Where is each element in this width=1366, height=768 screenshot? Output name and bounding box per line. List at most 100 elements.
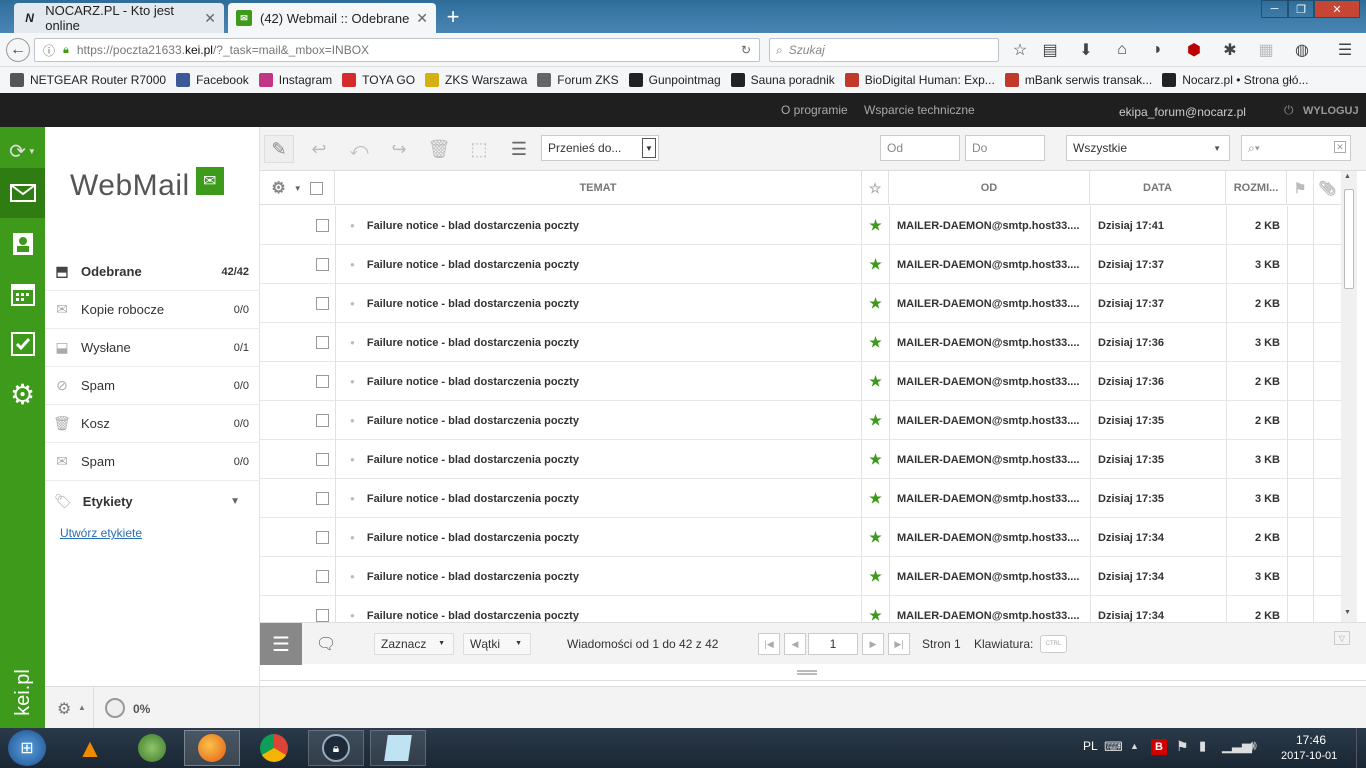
tray-expand-icon[interactable]: ▲: [1130, 741, 1139, 751]
row-checkbox[interactable]: [316, 492, 329, 505]
scroll-down-icon[interactable]: ▼: [1344, 609, 1351, 616]
star-icon[interactable]: ★: [869, 295, 882, 312]
star-icon[interactable]: ★: [869, 490, 882, 507]
settings-gear-icon[interactable]: ⚙: [57, 699, 71, 719]
select-dropdown[interactable]: Zaznacz ▼: [374, 633, 454, 655]
scrollbar-thumb[interactable]: [1344, 189, 1354, 289]
message-subject[interactable]: Failure notice - blad dostarczenia poczt…: [367, 337, 579, 349]
message-row[interactable]: ● Failure notice - blad dostarczenia pocz…: [260, 440, 1341, 479]
row-checkbox[interactable]: [316, 609, 329, 622]
row-checkbox[interactable]: [316, 570, 329, 583]
star-icon[interactable]: ★: [869, 529, 882, 546]
message-row[interactable]: ● Failure notice - blad dostarczenia pocz…: [260, 206, 1341, 245]
message-subject[interactable]: Failure notice - blad dostarczenia poczt…: [367, 454, 579, 466]
threads-dropdown[interactable]: Wątki ▼: [463, 633, 531, 655]
flag-cell[interactable]: [1287, 557, 1314, 596]
row-checkbox[interactable]: [316, 375, 329, 388]
prev-page-icon[interactable]: ◀: [784, 633, 806, 655]
clock-date[interactable]: 2017-10-01: [1281, 750, 1337, 762]
action-center-flag-icon[interactable]: ⚑: [1176, 738, 1189, 755]
volume-icon[interactable]: 🔊︎: [1248, 737, 1257, 754]
scroll-up-icon[interactable]: ▲: [1344, 173, 1351, 180]
vlc-icon[interactable]: ▲: [62, 730, 118, 766]
flag-cell[interactable]: [1287, 401, 1314, 440]
firefox-icon[interactable]: [184, 730, 240, 766]
row-checkbox[interactable]: [316, 531, 329, 544]
message-subject[interactable]: Failure notice - blad dostarczenia poczt…: [367, 415, 579, 427]
message-row[interactable]: ● Failure notice - blad dostarczenia pocz…: [260, 323, 1341, 362]
list-view-icon[interactable]: ☰: [260, 623, 302, 665]
language-indicator[interactable]: PL: [1083, 739, 1098, 753]
date-cell: Dzisiaj 17:34: [1090, 518, 1226, 557]
star-icon[interactable]: ★: [869, 217, 882, 234]
divider: [259, 687, 260, 729]
message-subject[interactable]: Failure notice - blad dostarczenia poczt…: [367, 376, 579, 388]
message-subject[interactable]: Failure notice - blad dostarczenia poczt…: [367, 298, 579, 310]
star-icon[interactable]: ★: [869, 451, 882, 468]
message-date: Dzisiaj 17:34: [1098, 570, 1165, 583]
flag-cell[interactable]: [1287, 245, 1314, 284]
message-subject[interactable]: Failure notice - blad dostarczenia poczt…: [367, 610, 579, 622]
flag-cell[interactable]: [1287, 596, 1314, 622]
star-icon[interactable]: ★: [869, 568, 882, 585]
flag-cell[interactable]: [1287, 323, 1314, 362]
bitdefender-icon[interactable]: B: [1151, 739, 1167, 755]
row-checkbox[interactable]: [316, 258, 329, 271]
message-row[interactable]: ● Failure notice - blad dostarczenia pocz…: [260, 245, 1341, 284]
star-icon[interactable]: ★: [869, 373, 882, 390]
keepass-icon[interactable]: 🔒︎: [308, 730, 364, 766]
star-icon[interactable]: ★: [869, 607, 882, 622]
row-select: [310, 401, 335, 440]
message-row[interactable]: ● Failure notice - blad dostarczenia pocz…: [260, 479, 1341, 518]
chevron-up-icon[interactable]: ▲: [78, 703, 86, 712]
flag-cell[interactable]: [1287, 206, 1314, 245]
row-checkbox[interactable]: [316, 219, 329, 232]
first-page-icon[interactable]: |◀: [758, 633, 780, 655]
network-globe-icon[interactable]: [124, 730, 180, 766]
star-icon[interactable]: ★: [869, 334, 882, 351]
show-desktop-button[interactable]: [1356, 728, 1366, 768]
flag-cell[interactable]: [1287, 440, 1314, 479]
message-row[interactable]: ● Failure notice - blad dostarczenia pocz…: [260, 596, 1341, 622]
page-number-input[interactable]: 1: [808, 633, 858, 655]
notepad-icon[interactable]: [370, 730, 426, 766]
message-row[interactable]: ● Failure notice - blad dostarczenia pocz…: [260, 362, 1341, 401]
keyboard-ctrl-key[interactable]: CTRL: [1040, 635, 1067, 653]
flag-cell[interactable]: [1287, 518, 1314, 557]
row-checkbox[interactable]: [316, 297, 329, 310]
flag-cell[interactable]: [1287, 362, 1314, 401]
star-icon[interactable]: ★: [869, 412, 882, 429]
row-checkbox[interactable]: [316, 453, 329, 466]
keyboard-icon[interactable]: ⌨: [1104, 739, 1123, 755]
clock-time[interactable]: 17:46: [1296, 733, 1326, 747]
next-page-icon[interactable]: ▶: [862, 633, 884, 655]
message-subject[interactable]: Failure notice - blad dostarczenia poczt…: [367, 259, 579, 271]
resize-handle[interactable]: [797, 670, 817, 675]
message-subject[interactable]: Failure notice - blad dostarczenia poczt…: [367, 571, 579, 583]
message-subject[interactable]: Failure notice - blad dostarczenia poczt…: [367, 532, 579, 544]
device-icon[interactable]: ▮: [1199, 738, 1206, 754]
kei-logo: kei.pl: [4, 657, 42, 727]
chrome-icon[interactable]: [246, 730, 302, 766]
message-row[interactable]: ● Failure notice - blad dostarczenia pocz…: [260, 401, 1341, 440]
message-list-scrollbar[interactable]: ▲ ▼: [1341, 171, 1357, 622]
subject-cell: ● Failure notice - blad dostarczenia pocz…: [335, 245, 862, 284]
message-subject[interactable]: Failure notice - blad dostarczenia poczt…: [367, 493, 579, 505]
last-page-icon[interactable]: ▶|: [888, 633, 910, 655]
start-button[interactable]: ⊞: [8, 730, 46, 766]
message-row[interactable]: ● Failure notice - blad dostarczenia pocz…: [260, 557, 1341, 596]
flag-cell[interactable]: [1287, 479, 1314, 518]
thread-view-icon[interactable]: 🗨︎: [316, 634, 336, 654]
date-cell: Dzisiaj 17:37: [1090, 284, 1226, 323]
message-from: MAILER-DAEMON@smtp.host33....: [897, 609, 1080, 622]
star-icon[interactable]: ★: [869, 256, 882, 273]
star-cell: ★: [862, 401, 889, 440]
row-checkbox[interactable]: [316, 336, 329, 349]
message-row[interactable]: ● Failure notice - blad dostarczenia pocz…: [260, 518, 1341, 557]
status-dot-icon: ●: [350, 416, 355, 425]
row-checkbox[interactable]: [316, 414, 329, 427]
collapse-preview-icon[interactable]: ▽: [1334, 631, 1350, 645]
message-row[interactable]: ● Failure notice - blad dostarczenia pocz…: [260, 284, 1341, 323]
flag-cell[interactable]: [1287, 284, 1314, 323]
message-subject[interactable]: Failure notice - blad dostarczenia poczt…: [367, 220, 579, 232]
